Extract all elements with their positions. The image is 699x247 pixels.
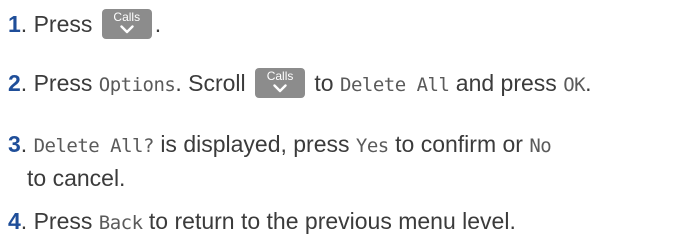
step-text: to xyxy=(314,70,334,96)
step-text: to cancel. xyxy=(27,165,126,191)
step-text: . xyxy=(154,11,162,37)
chevron-down-icon xyxy=(273,84,287,93)
display-text-delete-all-prompt: Delete All? xyxy=(33,135,155,157)
display-text-back: Back xyxy=(98,212,143,234)
calls-key: Calls xyxy=(255,67,306,98)
step-number: 1 xyxy=(8,11,21,37)
key-label: Calls xyxy=(266,68,294,83)
step-text: Press xyxy=(33,70,93,96)
display-text-delete-all: Delete All xyxy=(340,74,450,96)
step-line: 3. Delete All? is displayed, press Yes t… xyxy=(8,131,552,157)
step-text: is displayed, press xyxy=(160,131,350,157)
key-label: Calls xyxy=(113,9,141,24)
display-text-options: Options xyxy=(98,74,176,96)
step-number: 4 xyxy=(8,208,21,234)
instruction-page: 1. Press Calls . 2. Press Options. Scrol… xyxy=(0,0,699,247)
step-text: . Scroll xyxy=(175,70,246,96)
step-text: Press xyxy=(33,11,93,37)
step-number: 3 xyxy=(8,131,21,157)
display-text-yes: Yes xyxy=(355,135,389,157)
step-text: and press xyxy=(455,70,557,96)
chevron-down-icon xyxy=(120,25,134,34)
step-2: 2. Press Options. Scroll Calls to Delete… xyxy=(8,67,592,98)
display-text-ok: OK xyxy=(563,74,586,96)
step-4: 4. Press Back to return to the previous … xyxy=(8,208,516,234)
step-text: to confirm or xyxy=(395,131,523,157)
step-3: 3. Delete All? is displayed, press Yes t… xyxy=(8,128,552,194)
step-text: to return to the previous menu level. xyxy=(148,208,516,234)
step-number: 2 xyxy=(8,70,21,96)
step-text: Press xyxy=(33,208,93,234)
calls-key: Calls xyxy=(101,8,152,39)
step-text: . xyxy=(585,70,592,96)
display-text-no: No xyxy=(529,135,552,157)
step-line: to cancel. xyxy=(8,162,551,194)
step-1: 1. Press Calls . xyxy=(8,8,162,39)
